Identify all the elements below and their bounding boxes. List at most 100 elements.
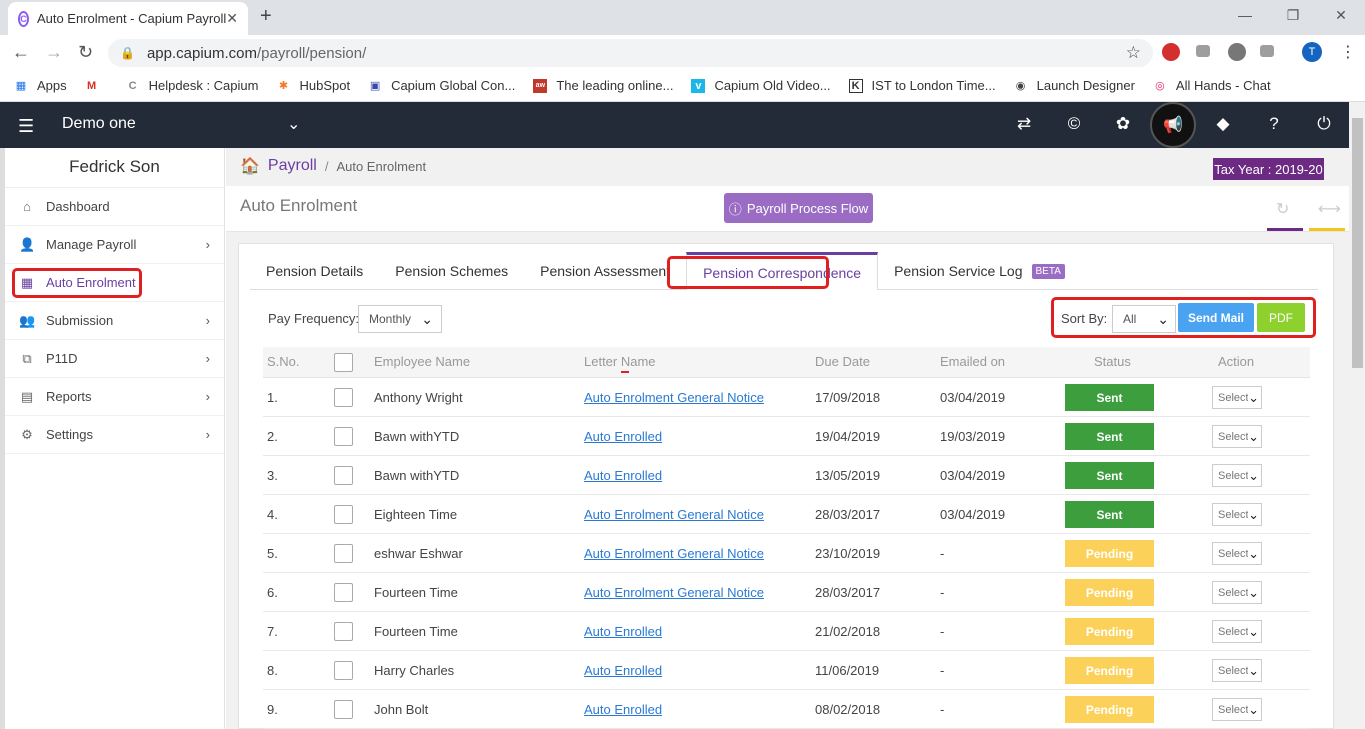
- ticket-icon[interactable]: ◆: [1211, 114, 1235, 134]
- header-emailed[interactable]: Emailed on: [940, 354, 1005, 369]
- browser-toolbar: ← → ↻ 🔒 app.capium.com/payroll/pension/ …: [0, 35, 1365, 70]
- address-bar[interactable]: 🔒 app.capium.com/payroll/pension/ ☆: [108, 39, 1153, 67]
- reload-icon[interactable]: ↻: [78, 42, 93, 63]
- minimize-icon[interactable]: —: [1221, 0, 1269, 30]
- action-select[interactable]: Select ⌄: [1212, 386, 1262, 409]
- cell-letter-link[interactable]: Auto Enrolled: [584, 663, 662, 678]
- row-checkbox[interactable]: [334, 700, 353, 719]
- breadcrumb-payroll[interactable]: Payroll: [268, 157, 317, 175]
- adblock-icon[interactable]: [1162, 43, 1180, 61]
- window-close-icon[interactable]: ✕: [1317, 0, 1365, 30]
- sidebar-item-p11d[interactable]: ⧉ P11D ›: [5, 340, 224, 378]
- action-select[interactable]: Select ⌄: [1212, 698, 1262, 721]
- action-select[interactable]: Select ⌄: [1212, 659, 1262, 682]
- cell-letter-link[interactable]: Auto Enrolment General Notice: [584, 507, 764, 522]
- action-placeholder: Select: [1218, 547, 1249, 560]
- bookmark-hubspot[interactable]: ✱ HubSpot: [276, 78, 350, 93]
- cell-letter-link[interactable]: Auto Enrolled: [584, 624, 662, 639]
- chevron-right-icon: ›: [205, 427, 210, 442]
- cell-letter-link[interactable]: Auto Enrolment General Notice: [584, 546, 764, 561]
- home-icon[interactable]: 🏠: [240, 156, 260, 176]
- tax-year-badge[interactable]: Tax Year : 2019-20: [1213, 158, 1324, 180]
- announcements-button[interactable]: 📢: [1150, 102, 1196, 148]
- tab-pension-schemes[interactable]: Pension Schemes: [379, 252, 524, 290]
- row-checkbox[interactable]: [334, 544, 353, 563]
- sidebar-item-settings[interactable]: ⚙ Settings ›: [5, 416, 224, 454]
- row-checkbox[interactable]: [334, 583, 353, 602]
- bookmark-launch-designer[interactable]: ◉ Launch Designer: [1014, 78, 1135, 93]
- back-icon[interactable]: ←: [12, 42, 30, 63]
- cell-letter-link[interactable]: Auto Enrolment General Notice: [584, 390, 764, 405]
- pay-frequency-select[interactable]: Monthly ⌄: [358, 305, 442, 333]
- switch-icon[interactable]: ⇄: [1012, 114, 1036, 134]
- restore-icon[interactable]: ❐: [1269, 0, 1317, 30]
- table-body: 1. Anthony Wright Auto Enrolment General N…: [263, 378, 1310, 729]
- company-name[interactable]: Demo one: [62, 115, 136, 133]
- cell-letter-link[interactable]: Auto Enrolled: [584, 702, 662, 717]
- refresh-icon[interactable]: ↻: [1276, 199, 1289, 219]
- sort-by-select[interactable]: All ⌄: [1112, 305, 1176, 333]
- bookmark-helpdesk[interactable]: C Helpdesk : Capium: [126, 78, 259, 93]
- action-select[interactable]: Select ⌄: [1212, 581, 1262, 604]
- row-checkbox[interactable]: [334, 388, 353, 407]
- chevron-down-icon[interactable]: ⌄: [287, 114, 300, 134]
- header-due[interactable]: Due Date: [815, 354, 870, 369]
- header-employee[interactable]: Employee Name: [374, 354, 470, 369]
- row-checkbox[interactable]: [334, 661, 353, 680]
- camera-icon[interactable]: [1260, 45, 1274, 57]
- bookmark-star-icon[interactable]: ☆: [1126, 43, 1141, 63]
- bookmark-capium-global[interactable]: ▣ Capium Global Con...: [368, 78, 515, 93]
- new-tab-icon[interactable]: +: [260, 5, 272, 28]
- hamburger-menu-icon[interactable]: ☰: [18, 116, 34, 137]
- extension-icon[interactable]: [1196, 45, 1210, 57]
- pdf-button[interactable]: PDF: [1257, 303, 1305, 332]
- capium-logo-icon[interactable]: ©: [1062, 114, 1086, 134]
- bookmark-apps[interactable]: ▦ Apps: [14, 78, 67, 93]
- sidebar-item-reports[interactable]: ▤ Reports ›: [5, 378, 224, 416]
- tab-pension-service-log[interactable]: Pension Service Log BETA: [878, 252, 1081, 290]
- action-placeholder: Select: [1218, 703, 1249, 716]
- action-select[interactable]: Select ⌄: [1212, 542, 1262, 565]
- row-checkbox[interactable]: [334, 622, 353, 641]
- action-select[interactable]: Select ⌄: [1212, 620, 1262, 643]
- sidebar-item-manage-payroll[interactable]: 👤 Manage Payroll ›: [5, 226, 224, 264]
- cell-letter-link[interactable]: Auto Enrolled: [584, 429, 662, 444]
- tab-pension-assessment[interactable]: Pension Assessment: [524, 252, 686, 290]
- payroll-process-flow-button[interactable]: ⓘ Payroll Process Flow: [724, 193, 873, 223]
- browser-tab[interactable]: C Auto Enrolment - Capium Payroll ✕: [8, 2, 248, 35]
- cell-employee: John Bolt: [374, 702, 429, 717]
- action-select[interactable]: Select ⌄: [1212, 425, 1262, 448]
- apps-icon[interactable]: ✿: [1111, 114, 1135, 134]
- expand-icon[interactable]: ⟷: [1318, 199, 1341, 219]
- profile-avatar[interactable]: T: [1302, 42, 1322, 62]
- bookmark-vimeo[interactable]: v Capium Old Video...: [691, 78, 831, 93]
- cell-letter-link[interactable]: Auto Enrolled: [584, 468, 662, 483]
- sidebar-item-auto-enrolment[interactable]: ▦ Auto Enrolment: [5, 264, 224, 302]
- tab-pension-details[interactable]: Pension Details: [250, 252, 379, 290]
- header-letter[interactable]: Letter Name: [584, 354, 656, 369]
- cell-letter-link[interactable]: Auto Enrolment General Notice: [584, 585, 764, 600]
- action-select[interactable]: Select ⌄: [1212, 464, 1262, 487]
- row-checkbox[interactable]: [334, 427, 353, 446]
- header-status[interactable]: Status: [1094, 354, 1131, 369]
- url-host: app.capium.com: [146, 44, 258, 62]
- extension-badge-icon[interactable]: [1228, 43, 1246, 61]
- tab-pension-correspondence[interactable]: Pension Correspondence: [686, 252, 879, 290]
- browser-menu-icon[interactable]: ⋮: [1340, 42, 1356, 62]
- sidebar-item-dashboard[interactable]: ⌂ Dashboard: [5, 188, 224, 226]
- sidebar-item-submission[interactable]: 👥 Submission ›: [5, 302, 224, 340]
- row-checkbox[interactable]: [334, 505, 353, 524]
- action-select[interactable]: Select ⌄: [1212, 503, 1262, 526]
- help-icon[interactable]: ?: [1262, 114, 1286, 134]
- bookmark-ist[interactable]: K IST to London Time...: [848, 78, 996, 93]
- power-icon[interactable]: ⏻: [1312, 114, 1336, 134]
- send-mail-button[interactable]: Send Mail: [1178, 303, 1254, 332]
- close-tab-icon[interactable]: ✕: [226, 10, 238, 27]
- bookmark-aw[interactable]: aw The leading online...: [533, 78, 673, 93]
- select-all-checkbox[interactable]: [334, 353, 353, 372]
- row-checkbox[interactable]: [334, 466, 353, 485]
- scrollbar-thumb[interactable]: [1352, 118, 1363, 368]
- forward-icon[interactable]: →: [45, 42, 63, 63]
- bookmark-gmail[interactable]: M: [85, 79, 108, 93]
- bookmark-all-hands[interactable]: ◎ All Hands - Chat: [1153, 78, 1270, 93]
